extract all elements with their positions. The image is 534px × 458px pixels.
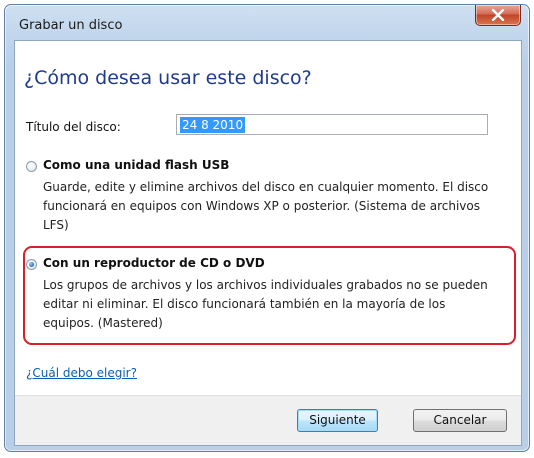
cancel-button[interactable]: Cancelar <box>413 409 507 432</box>
help-link[interactable]: ¿Cuál debo elegir? <box>26 366 137 380</box>
disc-title-label: Título del disco: <box>26 120 121 134</box>
content-area: ¿Cómo desea usar este disco? Título del … <box>15 41 521 396</box>
option-usb-flash-description: Guarde, edite y elimine archivos del dis… <box>43 180 489 232</box>
disc-title-input[interactable]: 24 8 2010 <box>176 114 488 135</box>
dialog-heading: ¿Cómo desea usar este disco? <box>24 67 312 89</box>
window-title: Grabar un disco <box>19 18 123 33</box>
burn-disc-dialog: Grabar un disco ¿Cómo desea usar este di… <box>4 4 530 452</box>
option-usb-flash[interactable]: Como una unidad flash USB Guarde, edite … <box>26 158 506 238</box>
radio-cd-dvd-player[interactable] <box>26 259 37 270</box>
close-button[interactable] <box>475 5 521 26</box>
option-cd-dvd-description: Los grupos de archivos y los archivos in… <box>43 278 488 330</box>
title-bar[interactable]: Grabar un disco <box>5 5 529 39</box>
dialog-footer: Siguiente Cancelar <box>15 395 521 445</box>
close-icon <box>491 9 505 21</box>
option-usb-flash-title: Como una unidad flash USB <box>43 158 230 172</box>
dialog-body: ¿Cómo desea usar este disco? Título del … <box>14 40 522 446</box>
radio-usb-flash[interactable] <box>26 161 37 172</box>
option-cd-dvd-title: Con un reproductor de CD o DVD <box>43 256 265 270</box>
next-button[interactable]: Siguiente <box>297 409 378 432</box>
disc-title-value: 24 8 2010 <box>180 117 246 133</box>
option-cd-dvd-player[interactable]: Con un reproductor de CD o DVD Los grupo… <box>26 256 506 336</box>
